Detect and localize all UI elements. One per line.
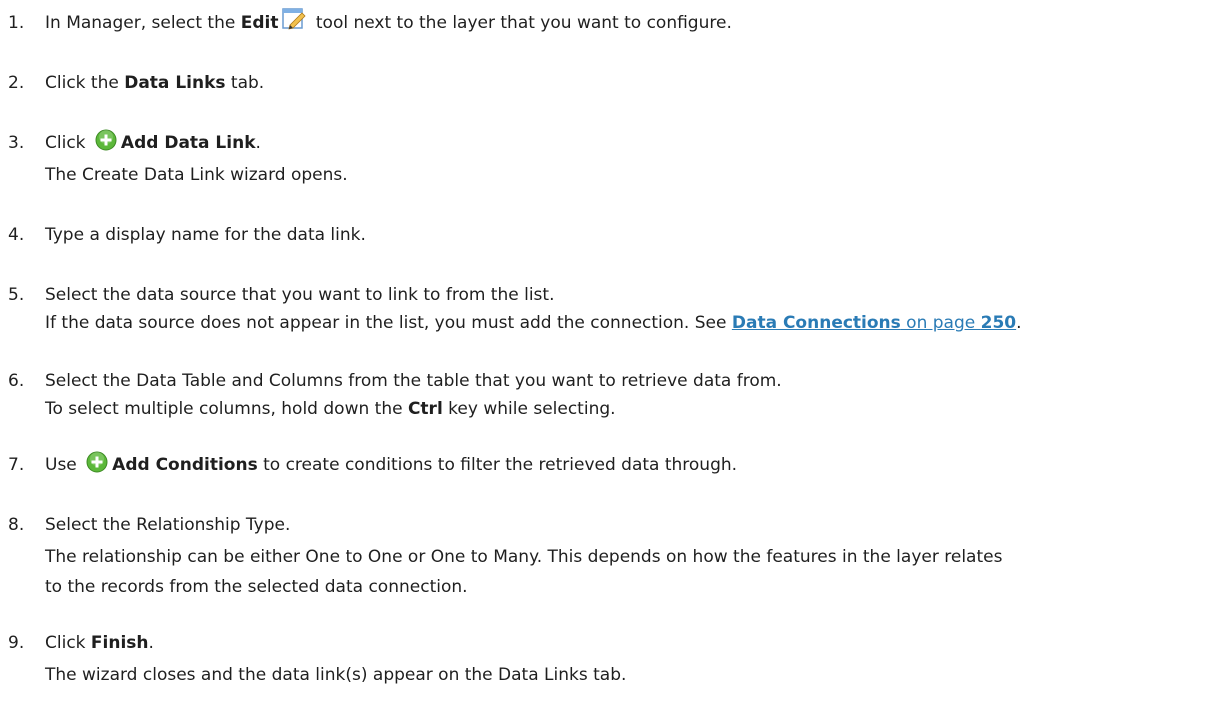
data-connections-link[interactable]: Data Connections on page 250 (732, 313, 1016, 333)
step-text: tab. (225, 73, 265, 93)
step-number: 1. (8, 13, 25, 33)
step-number: 4. (8, 225, 25, 245)
step-number: 9. (8, 633, 25, 653)
step-note: to the records from the selected data co… (45, 577, 468, 597)
step-text: . (148, 633, 154, 653)
step-note: If the data source does not appear in th… (45, 313, 1022, 333)
step-text: Type a display name for the data link. (45, 225, 366, 245)
step-note: The relationship can be either One to On… (45, 547, 1003, 567)
edit-pencil-icon (282, 8, 307, 30)
step-note: To select multiple columns, hold down th… (45, 399, 616, 419)
add-green-circle-icon (95, 129, 117, 151)
step-text: In Manager, select the (45, 13, 241, 33)
step-9: 9. Click Finish. The wizard closes and t… (0, 630, 1229, 688)
step-8: 8. Select the Relationship Type. The rel… (0, 512, 1229, 600)
step-text: Use (45, 455, 83, 475)
add-green-circle-icon (86, 451, 108, 473)
step-text: Click (45, 133, 91, 153)
step-4: 4. Type a display name for the data link… (0, 222, 1229, 248)
step-number: 8. (8, 515, 25, 535)
step-text: Select the data source that you want to … (45, 285, 555, 305)
step-1: 1. In Manager, select the Edit tool next… (0, 8, 1229, 36)
bold-term: Add Data Link (120, 133, 256, 153)
step-2: 2. Click the Data Links tab. (0, 70, 1229, 96)
step-text: Click (45, 633, 91, 653)
bold-term: Edit (240, 13, 279, 33)
step-text: . (255, 133, 261, 153)
step-5: 5. Select the data source that you want … (0, 282, 1229, 336)
step-number: 5. (8, 285, 25, 305)
step-6: 6. Select the Data Table and Columns fro… (0, 368, 1229, 422)
step-text: Select the Data Table and Columns from t… (45, 371, 782, 391)
bold-term: Finish (90, 633, 149, 653)
step-number: 3. (8, 133, 25, 153)
step-note: The Create Data Link wizard opens. (45, 165, 348, 185)
step-text: Click the (45, 73, 125, 93)
bold-term: Data Links (124, 73, 226, 93)
step-number: 7. (8, 455, 25, 475)
step-text: Select the Relationship Type. (45, 515, 291, 535)
step-number: 6. (8, 371, 25, 391)
bold-term: Ctrl (407, 399, 443, 419)
step-7: 7. Use Add Conditions to create conditio… (0, 451, 1229, 478)
step-text: tool next to the layer that you want to … (310, 13, 732, 33)
step-note: The wizard closes and the data link(s) a… (45, 665, 627, 685)
step-3: 3. Click Add Data Link. The Create Data … (0, 129, 1229, 188)
step-number: 2. (8, 73, 25, 93)
bold-term: Add Conditions (112, 455, 258, 475)
step-text: to create conditions to filter the retri… (257, 455, 738, 475)
